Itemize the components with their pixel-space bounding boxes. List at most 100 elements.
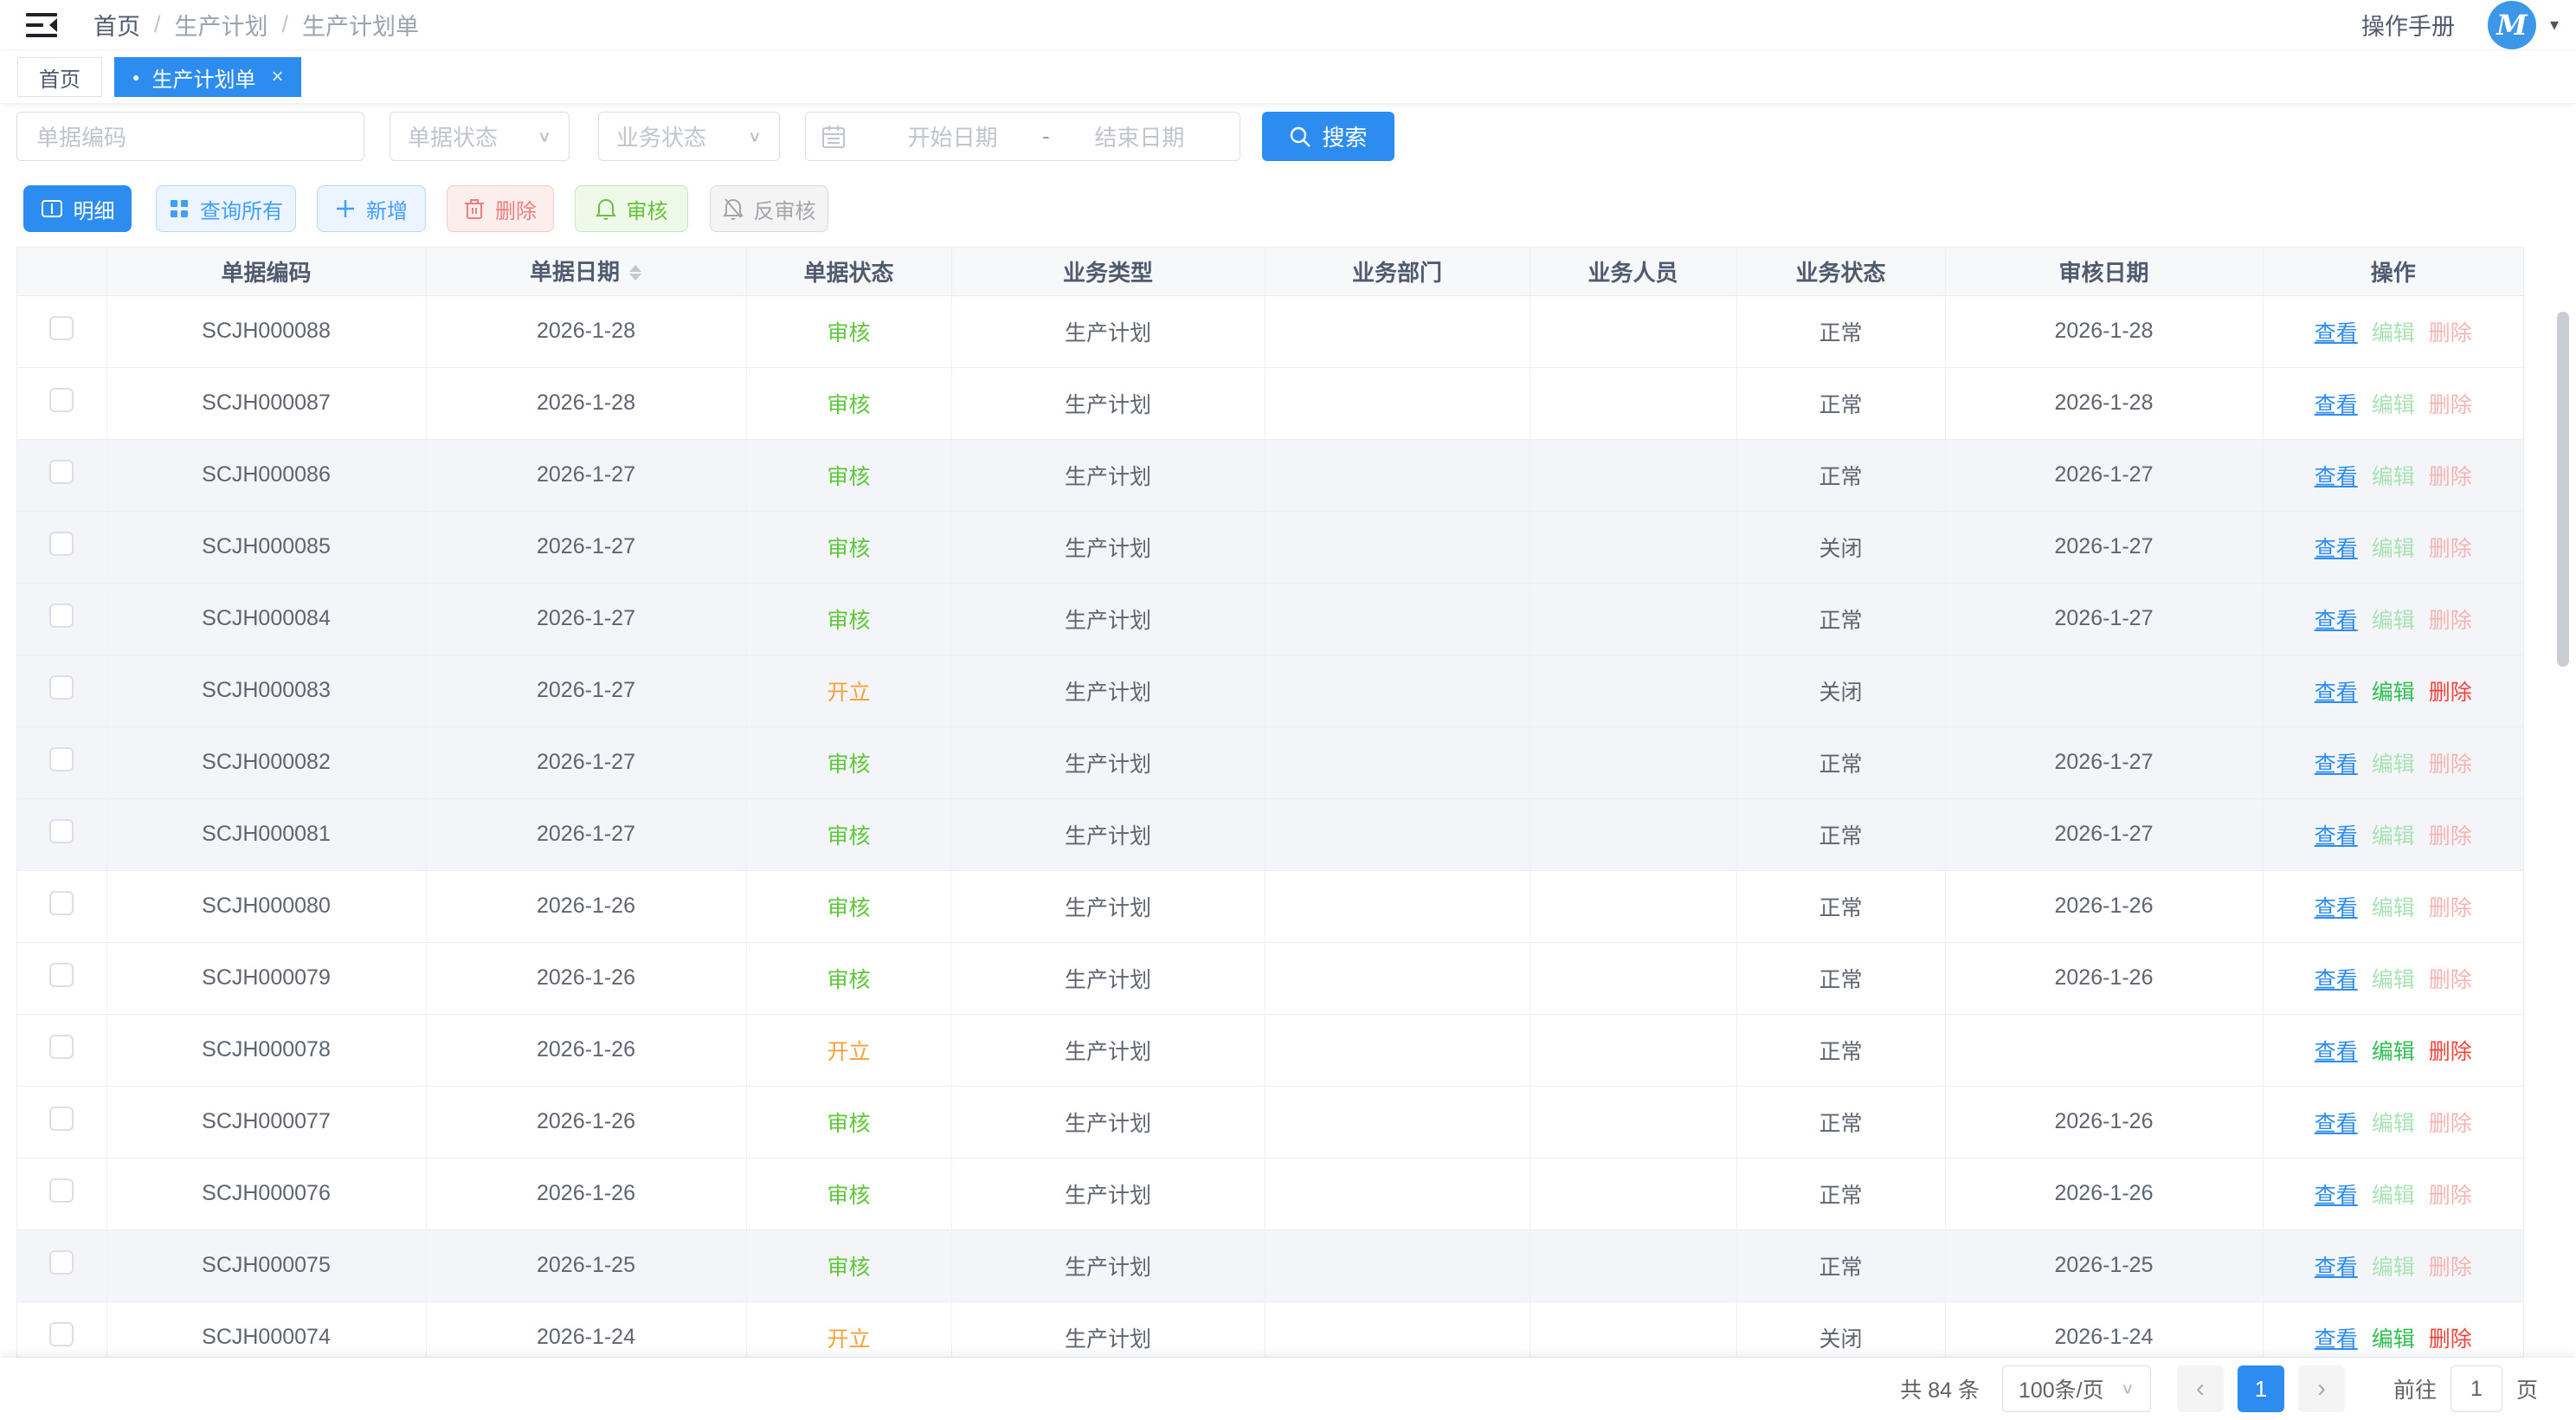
edit-link[interactable]: 编辑: [2372, 1112, 2415, 1136]
edit-link[interactable]: 编辑: [2372, 681, 2415, 705]
row-checkbox[interactable]: [49, 891, 74, 915]
row-checkbox[interactable]: [49, 675, 74, 700]
row-checkbox[interactable]: [49, 316, 74, 340]
page-number-1[interactable]: 1: [2238, 1365, 2284, 1412]
edit-link[interactable]: 编辑: [2372, 1040, 2415, 1064]
row-checkbox[interactable]: [49, 532, 74, 556]
doc-date-cell: 2026-1-27: [426, 583, 746, 655]
breadcrumb-production-plan[interactable]: 生产计划: [175, 8, 268, 42]
unaudit-button[interactable]: 反审核: [710, 185, 828, 232]
doc-status-select[interactable]: 单据状态 ∨: [390, 112, 570, 161]
query-all-button[interactable]: 查询所有: [156, 185, 296, 232]
view-link[interactable]: 查看: [2315, 752, 2358, 777]
delete-link[interactable]: 删除: [2429, 1184, 2472, 1208]
row-checkbox[interactable]: [49, 1178, 74, 1203]
delete-link[interactable]: 删除: [2429, 321, 2472, 345]
row-checkbox-cell: [17, 295, 106, 367]
next-page-button[interactable]: ›: [2298, 1365, 2345, 1412]
delete-link[interactable]: 删除: [2429, 1112, 2472, 1136]
audit-button[interactable]: 审核: [575, 185, 688, 232]
breadcrumb-home[interactable]: 首页: [93, 8, 140, 42]
delete-link[interactable]: 删除: [2429, 537, 2472, 561]
row-checkbox[interactable]: [49, 460, 74, 484]
view-link[interactable]: 查看: [2315, 968, 2358, 992]
calendar-icon: [821, 125, 846, 149]
doc-code-cell: SCJH000083: [106, 655, 426, 726]
view-link[interactable]: 查看: [2315, 609, 2358, 633]
add-button[interactable]: 新增: [317, 185, 426, 232]
search-button[interactable]: 搜索: [1262, 112, 1394, 161]
delete-link[interactable]: 删除: [2429, 968, 2472, 992]
doc-code-input[interactable]: 单据编码: [16, 112, 364, 161]
view-link[interactable]: 查看: [2315, 1255, 2358, 1280]
manual-link[interactable]: 操作手册: [2361, 8, 2455, 42]
edit-link[interactable]: 编辑: [2372, 393, 2415, 417]
menu-fold-icon[interactable]: [26, 10, 64, 41]
detail-button[interactable]: 明细: [23, 185, 132, 232]
view-link[interactable]: 查看: [2315, 321, 2358, 345]
goto-page-input[interactable]: [2450, 1365, 2502, 1412]
tab-home[interactable]: 首页: [17, 57, 102, 97]
view-link[interactable]: 查看: [2315, 1327, 2358, 1352]
edit-link[interactable]: 编辑: [2372, 824, 2415, 849]
edit-link[interactable]: 编辑: [2372, 609, 2415, 633]
row-checkbox[interactable]: [49, 388, 74, 412]
close-icon[interactable]: ×: [271, 65, 283, 89]
biz-status-select[interactable]: 业务状态 ∨: [598, 112, 780, 161]
delete-link[interactable]: 删除: [2429, 681, 2472, 705]
doc-date-cell: 2026-1-27: [426, 798, 746, 870]
header-doc-date[interactable]: 单据日期: [426, 248, 746, 295]
edit-link[interactable]: 编辑: [2372, 896, 2415, 920]
delete-link[interactable]: 删除: [2429, 896, 2472, 920]
sort-caret-icon[interactable]: [628, 261, 642, 287]
edit-link[interactable]: 编辑: [2372, 321, 2415, 345]
edit-link[interactable]: 编辑: [2372, 1327, 2415, 1352]
delete-link[interactable]: 删除: [2429, 1040, 2472, 1064]
view-link[interactable]: 查看: [2315, 465, 2358, 489]
delete-link[interactable]: 删除: [2429, 1327, 2472, 1352]
vertical-scrollbar[interactable]: [2557, 312, 2569, 667]
edit-link[interactable]: 编辑: [2372, 968, 2415, 992]
view-link[interactable]: 查看: [2315, 824, 2358, 849]
chevron-down-icon[interactable]: ▾: [2550, 14, 2559, 36]
view-link[interactable]: 查看: [2315, 896, 2358, 920]
end-date-placeholder[interactable]: 结束日期: [1055, 120, 1224, 152]
delete-link[interactable]: 删除: [2429, 752, 2472, 777]
date-range-picker[interactable]: 开始日期 - 结束日期: [805, 112, 1240, 161]
delete-link[interactable]: 删除: [2429, 1255, 2472, 1280]
row-checkbox[interactable]: [49, 1107, 74, 1131]
row-checkbox[interactable]: [49, 1035, 74, 1059]
row-checkbox[interactable]: [49, 604, 74, 628]
edit-link[interactable]: 编辑: [2372, 1255, 2415, 1280]
tab-production-plan-order[interactable]: ● 生产计划单 ×: [114, 57, 301, 97]
prev-page-button[interactable]: ‹: [2177, 1365, 2224, 1412]
start-date-placeholder[interactable]: 开始日期: [868, 120, 1037, 152]
doc-status-cell: 审核: [746, 295, 951, 367]
biz-dept-cell: [1265, 367, 1530, 439]
edit-link[interactable]: 编辑: [2372, 465, 2415, 489]
view-link[interactable]: 查看: [2315, 1112, 2358, 1136]
view-link[interactable]: 查看: [2315, 681, 2358, 705]
delete-link[interactable]: 删除: [2429, 393, 2472, 417]
row-checkbox[interactable]: [49, 819, 74, 843]
view-link[interactable]: 查看: [2315, 537, 2358, 561]
row-checkbox[interactable]: [49, 1250, 74, 1275]
doc-status-badge: 审核: [827, 968, 870, 992]
delete-link[interactable]: 删除: [2429, 465, 2472, 489]
row-checkbox[interactable]: [49, 747, 74, 771]
view-link[interactable]: 查看: [2315, 393, 2358, 417]
edit-link[interactable]: 编辑: [2372, 752, 2415, 777]
delete-link[interactable]: 删除: [2429, 824, 2472, 849]
row-checkbox[interactable]: [49, 963, 74, 987]
page-size-select[interactable]: 100条/页 ∨: [2002, 1365, 2151, 1412]
edit-link[interactable]: 编辑: [2372, 537, 2415, 561]
delete-button[interactable]: 删除: [447, 185, 554, 232]
biz-person-cell: [1530, 1158, 1736, 1230]
edit-link[interactable]: 编辑: [2372, 1184, 2415, 1208]
view-link[interactable]: 查看: [2315, 1184, 2358, 1208]
avatar[interactable]: M: [2488, 1, 2536, 49]
biz-status-cell: 正常: [1736, 367, 1945, 439]
delete-link[interactable]: 删除: [2429, 609, 2472, 633]
view-link[interactable]: 查看: [2315, 1040, 2358, 1064]
row-checkbox[interactable]: [49, 1322, 74, 1346]
